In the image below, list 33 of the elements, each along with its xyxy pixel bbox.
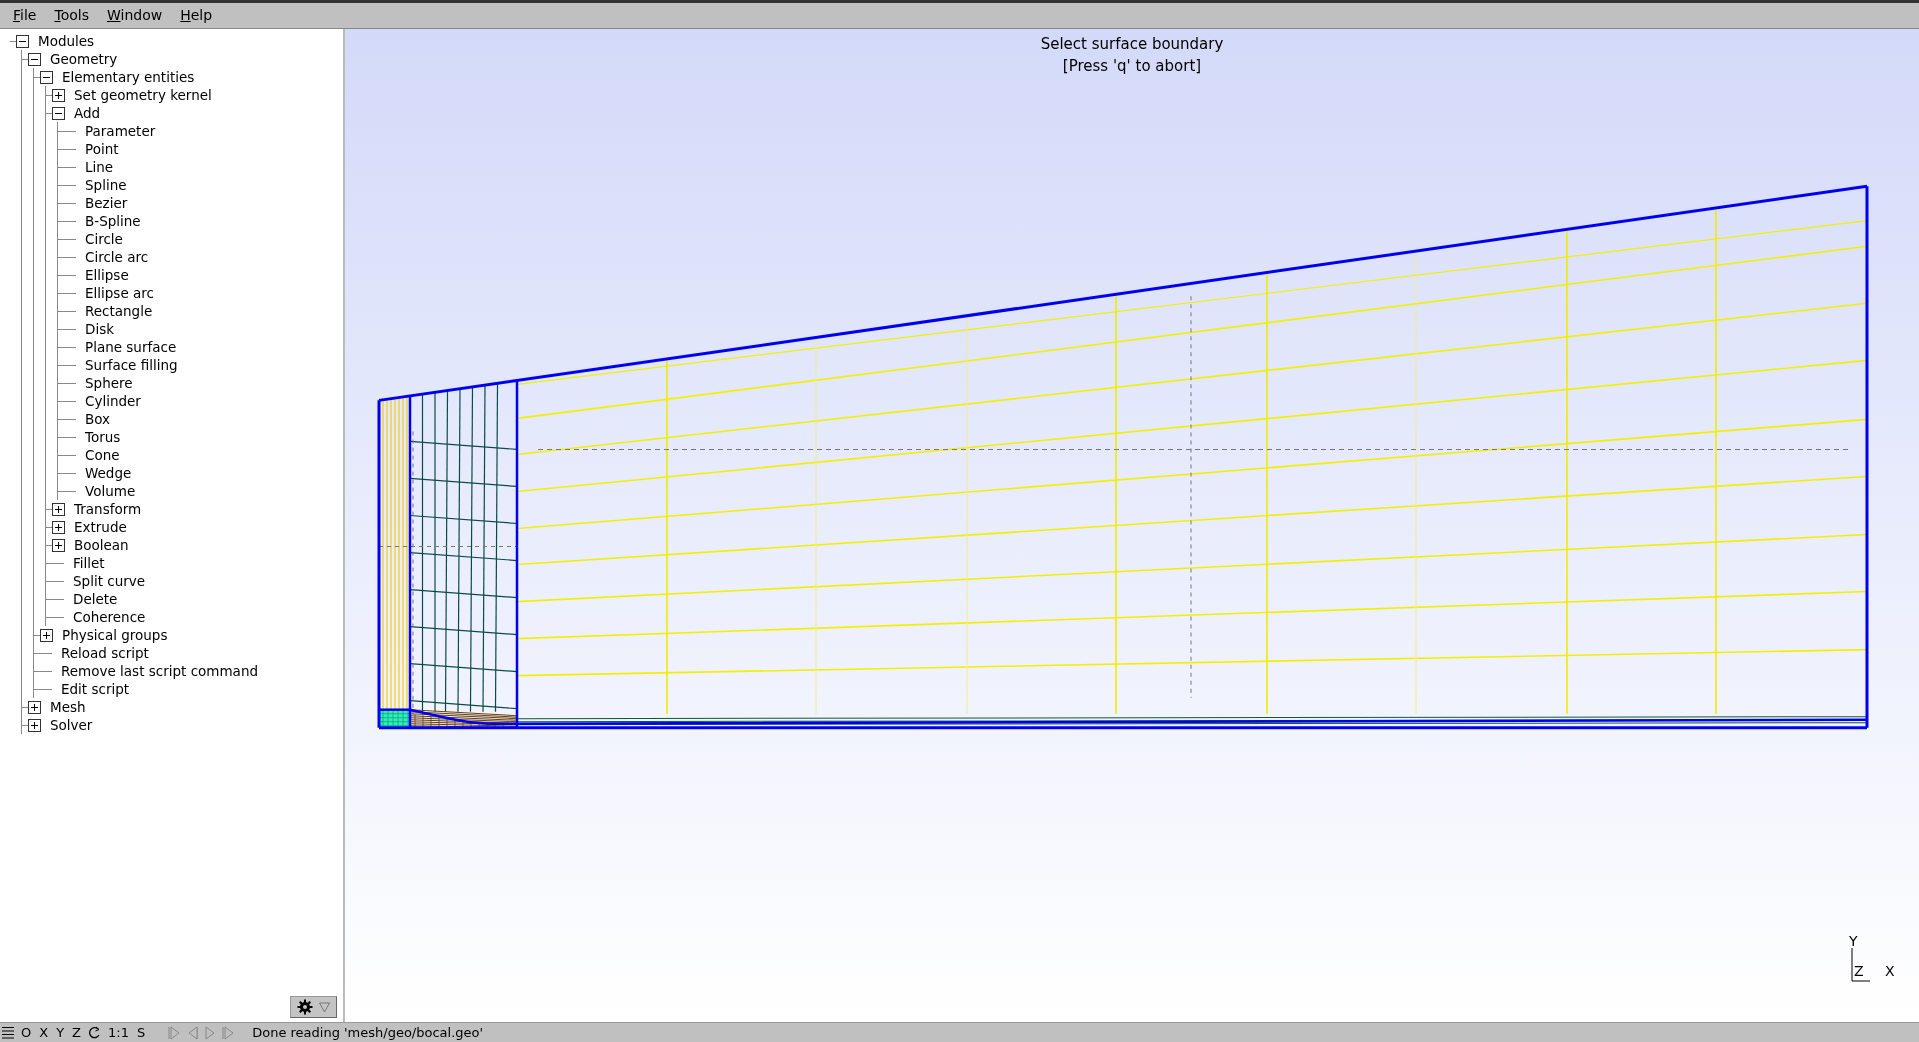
menu-item[interactable]: Window [97,3,172,28]
axis-lines-icon [1851,948,1871,982]
expand-toggle[interactable] [52,520,65,534]
axis-label: X [1885,964,1895,978]
prompt-text: Select surface boundary [1040,34,1224,55]
dropdown-triangle-icon [319,1001,330,1013]
expand-toggle[interactable] [28,700,41,714]
collapse-toggle[interactable] [16,34,29,48]
expand-toggle[interactable] [28,718,41,732]
expand-toggle[interactable] [52,502,65,516]
collapse-toggle[interactable] [28,52,41,66]
toolbar-button[interactable]: Y [55,1022,66,1042]
settings-button[interactable] [290,996,337,1018]
status-message: Done reading 'mesh/geo/bocal.geo' [252,1023,484,1042]
axis-label: Y [1849,934,1858,948]
toolbar-button[interactable]: O [20,1022,33,1042]
collapse-toggle[interactable] [40,70,53,84]
toolbar-button[interactable]: S [135,1022,147,1042]
toolbar-button[interactable]: Z [71,1022,82,1042]
menu-item[interactable]: File [4,3,46,28]
axis-label: Z [1854,964,1864,978]
menu-item[interactable]: Help [171,3,222,28]
menu-item[interactable]: Tools [45,3,98,28]
toolbar-button[interactable]: 1:1 [107,1022,130,1042]
rotate-icon[interactable] [88,1025,101,1040]
collapse-toggle[interactable] [52,106,65,120]
toolbar-button[interactable]: X [38,1022,50,1042]
expand-toggle[interactable] [40,628,53,642]
expand-toggle[interactable] [52,538,65,552]
settings-icon [297,999,313,1015]
menu-icon[interactable] [2,1025,14,1040]
prompt-text: [Press 'q' to abort] [1062,56,1202,77]
expand-toggle[interactable] [52,88,65,102]
